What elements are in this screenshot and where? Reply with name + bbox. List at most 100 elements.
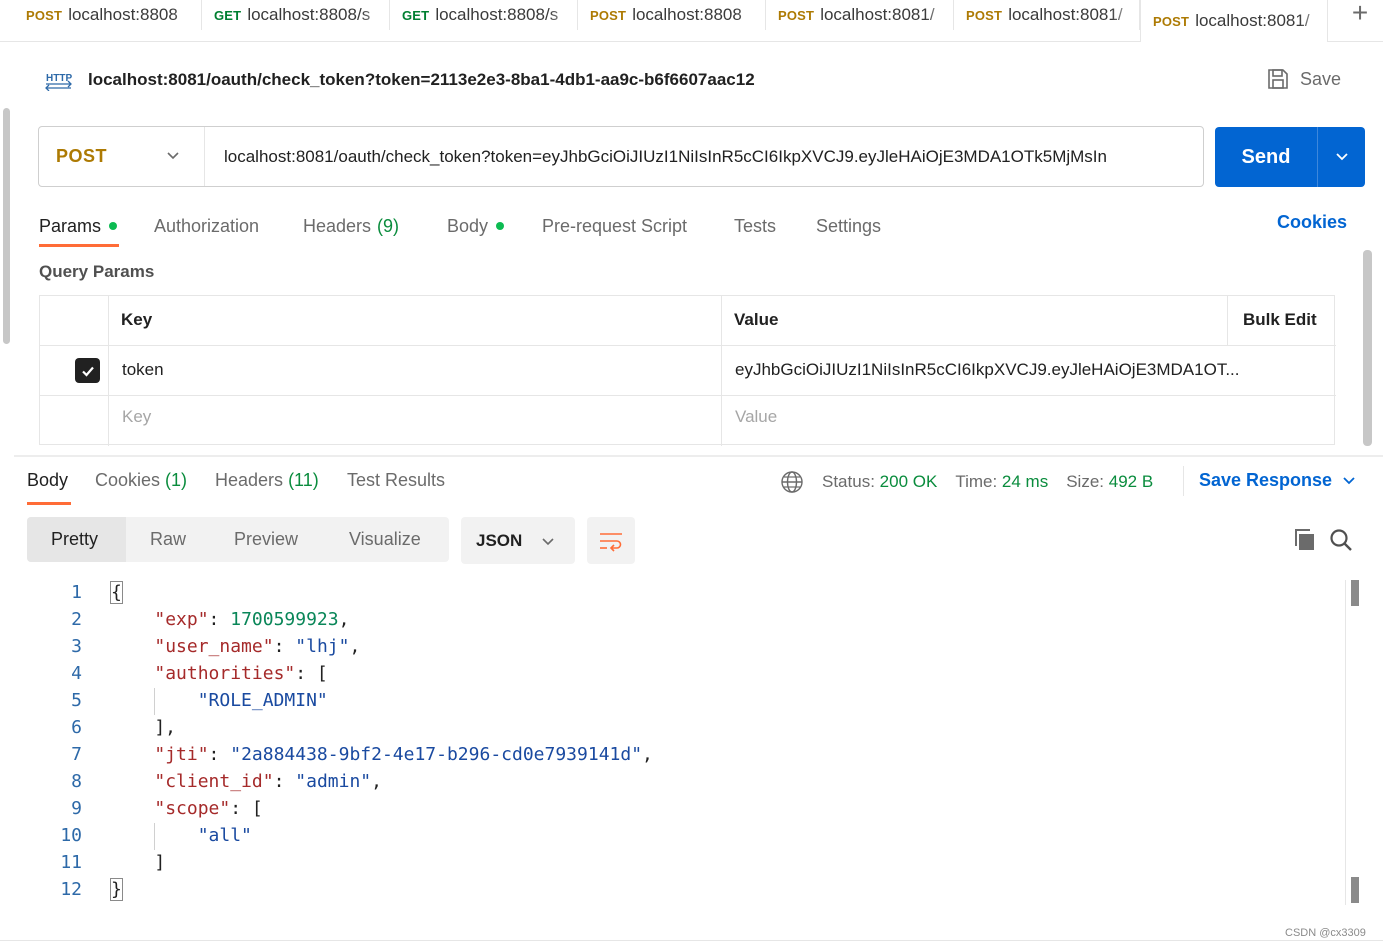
json-string: "ROLE_ADMIN" xyxy=(197,690,328,711)
request-tab-6[interactable]: POST localhost:8081/ xyxy=(954,0,1140,30)
response-tab-cookies[interactable]: Cookies (1) xyxy=(95,470,187,491)
request-tab-5[interactable]: POST localhost:8081/ xyxy=(766,0,954,30)
cookies-link[interactable]: Cookies xyxy=(1277,212,1347,233)
save-button[interactable]: Save xyxy=(1266,64,1341,94)
format-label: JSON xyxy=(476,530,523,550)
chevron-down-icon xyxy=(542,538,554,546)
response-cookies-count: (1) xyxy=(165,470,188,490)
response-cookies-label: Cookies xyxy=(95,470,161,490)
copy-icon[interactable] xyxy=(1292,527,1318,553)
response-body-viewer[interactable]: 1 2 3 4 5 6 7 8 9 10 11 12 { "exp": 1700… xyxy=(0,580,1340,910)
view-visualize-button[interactable]: Visualize xyxy=(349,517,421,562)
code-line: "jti": "2a884438-9bf2-4e17-b296-cd0e7939… xyxy=(154,744,653,765)
line-number: 9 xyxy=(71,798,82,819)
params-indicator-dot xyxy=(109,222,118,230)
json-open-brace: { xyxy=(110,581,123,604)
pretty-label: Pretty xyxy=(51,529,99,549)
code-scrollbar-bottom[interactable] xyxy=(1351,877,1359,903)
tab-url: localhost:8808 xyxy=(68,5,178,24)
view-pretty-button[interactable]: Pretty xyxy=(27,517,126,562)
line-number: 10 xyxy=(60,825,82,846)
globe-icon[interactable] xyxy=(780,470,804,494)
request-tab-7-active[interactable]: POST localhost:8081/ xyxy=(1140,0,1328,42)
column-header-value: Value xyxy=(734,310,779,329)
send-label: Send xyxy=(1241,145,1291,168)
query-params-title: Query Params xyxy=(39,262,155,281)
request-tab-3[interactable]: GET localhost:8808/s xyxy=(390,0,578,30)
right-scrollbar[interactable] xyxy=(1363,250,1372,446)
chevron-down-icon xyxy=(1335,153,1348,161)
tab-body-label: Body xyxy=(447,215,489,236)
pane-divider[interactable] xyxy=(14,455,1383,457)
url-input[interactable]: localhost:8081/oauth/check_token?token=e… xyxy=(205,147,1195,167)
request-tab-1[interactable]: POST localhost:8808 xyxy=(14,0,202,30)
method-select[interactable]: POST xyxy=(39,127,205,186)
time-value[interactable]: 24 ms xyxy=(1002,472,1048,492)
tab-url: localhost:8808/s xyxy=(247,5,371,24)
code-scrollbar-top[interactable] xyxy=(1351,580,1359,606)
wrap-lines-button[interactable] xyxy=(587,517,635,564)
json-key: "client_id" xyxy=(154,771,274,792)
tab-prerequest-script[interactable]: Pre-request Script xyxy=(542,208,687,244)
watermark: CSDN @cx3309 xyxy=(1285,927,1366,939)
search-icon[interactable] xyxy=(1328,527,1354,553)
save-label: Save xyxy=(1300,68,1342,89)
new-param-value-input[interactable]: Value xyxy=(735,407,777,427)
line-number: 5 xyxy=(71,690,82,711)
headers-count: (9) xyxy=(377,215,400,236)
param-key-cell[interactable]: token xyxy=(122,360,164,380)
response-tab-body[interactable]: Body xyxy=(27,470,68,491)
response-headers-count: (11) xyxy=(288,470,319,490)
tab-bar: POST localhost:8808 GET localhost:8808/s… xyxy=(0,0,1383,42)
body-indicator-dot xyxy=(496,222,505,230)
tab-url: localhost:8081/ xyxy=(1008,5,1123,24)
view-preview-button[interactable]: Preview xyxy=(234,517,298,562)
code-line: "user_name": "lhj", xyxy=(154,636,361,657)
size-label: Size: xyxy=(1066,472,1105,491)
send-options-button[interactable] xyxy=(1318,150,1365,164)
tab-method: POST xyxy=(26,7,63,23)
size-value[interactable]: 492 B xyxy=(1109,472,1153,492)
response-tab-test-results[interactable]: Test Results xyxy=(347,470,445,491)
url-bar: POST localhost:8081/oauth/check_token?to… xyxy=(38,126,1204,187)
line-number: 7 xyxy=(71,744,82,765)
tab-authorization[interactable]: Authorization xyxy=(154,208,259,244)
tab-method: GET xyxy=(402,7,430,23)
json-string: "all" xyxy=(197,825,252,846)
json-key: "scope" xyxy=(154,798,231,819)
query-params-table: Key Value Bulk Edit token eyJhbGciOiJIUz… xyxy=(39,295,1336,446)
code-line: "ROLE_ADMIN" xyxy=(111,690,328,711)
request-tab-2[interactable]: GET localhost:8808/s xyxy=(202,0,390,30)
line-number: 6 xyxy=(71,717,82,738)
column-header-key: Key xyxy=(121,310,153,329)
save-response-button[interactable]: Save Response xyxy=(1199,470,1356,491)
tab-headers[interactable]: Headers (9) xyxy=(303,208,399,244)
response-tab-headers[interactable]: Headers (11) xyxy=(215,470,319,491)
view-raw-button[interactable]: Raw xyxy=(150,517,186,562)
tab-params[interactable]: Params xyxy=(39,208,118,244)
request-tab-4[interactable]: POST localhost:8808 xyxy=(578,0,766,30)
status-value[interactable]: 200 OK xyxy=(880,472,938,492)
json-string: "2a884438-9bf2-4e17-b296-cd0e7939141d" xyxy=(230,744,643,765)
json-key: "jti" xyxy=(154,744,209,765)
new-tab-button[interactable]: + xyxy=(1342,0,1378,28)
format-select[interactable]: JSON xyxy=(461,517,575,564)
param-checkbox[interactable] xyxy=(75,358,100,383)
chevron-down-icon xyxy=(1343,476,1355,484)
code-line: "scope": [ xyxy=(154,798,263,819)
tab-method: GET xyxy=(214,7,242,23)
send-button[interactable]: Send xyxy=(1215,127,1365,187)
bulk-edit-button[interactable]: Bulk Edit xyxy=(1243,310,1317,330)
line-number: 3 xyxy=(71,636,82,657)
new-param-key-input[interactable]: Key xyxy=(122,407,151,427)
request-title[interactable]: localhost:8081/oauth/check_token?token=2… xyxy=(88,70,755,90)
line-number: 12 xyxy=(60,879,82,900)
save-response-label: Save Response xyxy=(1199,470,1333,490)
chevron-down-icon xyxy=(167,152,179,160)
param-value-cell[interactable]: eyJhbGciOiJIUzI1NiIsInR5cCI6IkpXVCJ9.eyJ… xyxy=(735,360,1240,380)
tab-body[interactable]: Body xyxy=(447,208,505,244)
tab-tests[interactable]: Tests xyxy=(734,208,776,244)
left-scrollbar[interactable] xyxy=(0,108,12,344)
tab-settings[interactable]: Settings xyxy=(816,208,881,244)
tab-method: POST xyxy=(590,7,627,23)
